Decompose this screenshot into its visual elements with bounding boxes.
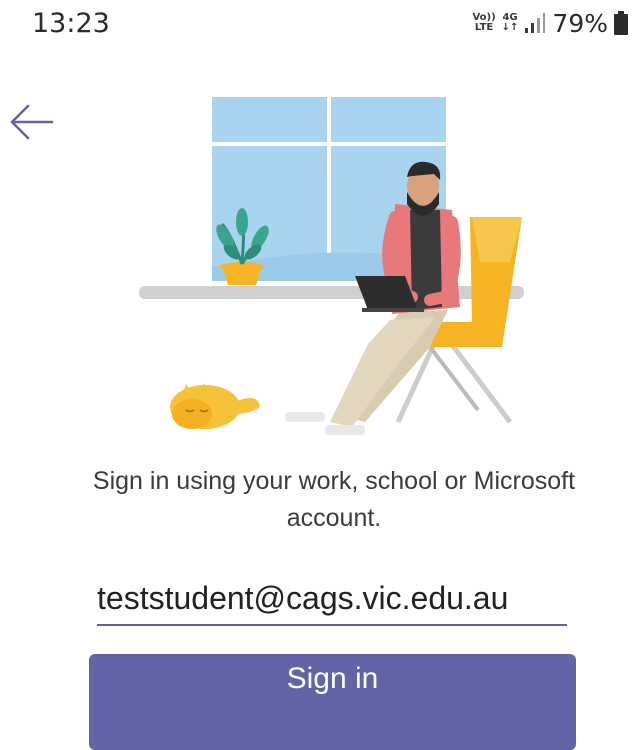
signin-prompt: Sign in using your work, school or Micro… (92, 467, 576, 532)
battery-percent: 79% (552, 8, 608, 38)
cat-illustration (170, 383, 260, 429)
network-type-indicator: 4G ↓↑ (502, 13, 519, 33)
sign-in-button[interactable]: Sign in (89, 654, 576, 750)
volte-indicator: Vo)) LTE (472, 13, 495, 33)
back-button[interactable] (8, 102, 56, 142)
arrow-left-icon (10, 104, 54, 140)
email-field-container (97, 572, 567, 626)
status-bar: 13:23 Vo)) LTE 4G ↓↑ 79% (0, 0, 638, 48)
signin-illustration (139, 95, 524, 435)
window-sill (139, 286, 524, 299)
status-time: 13:23 (32, 8, 110, 39)
battery-icon (614, 11, 628, 35)
signal-bars-icon (525, 13, 546, 33)
status-icons: Vo)) LTE 4G ↓↑ 79% (472, 8, 628, 38)
network-activity-label: ↓↑ (501, 22, 519, 33)
email-input[interactable] (97, 572, 567, 624)
volte-bottom-label: LTE (474, 22, 494, 33)
